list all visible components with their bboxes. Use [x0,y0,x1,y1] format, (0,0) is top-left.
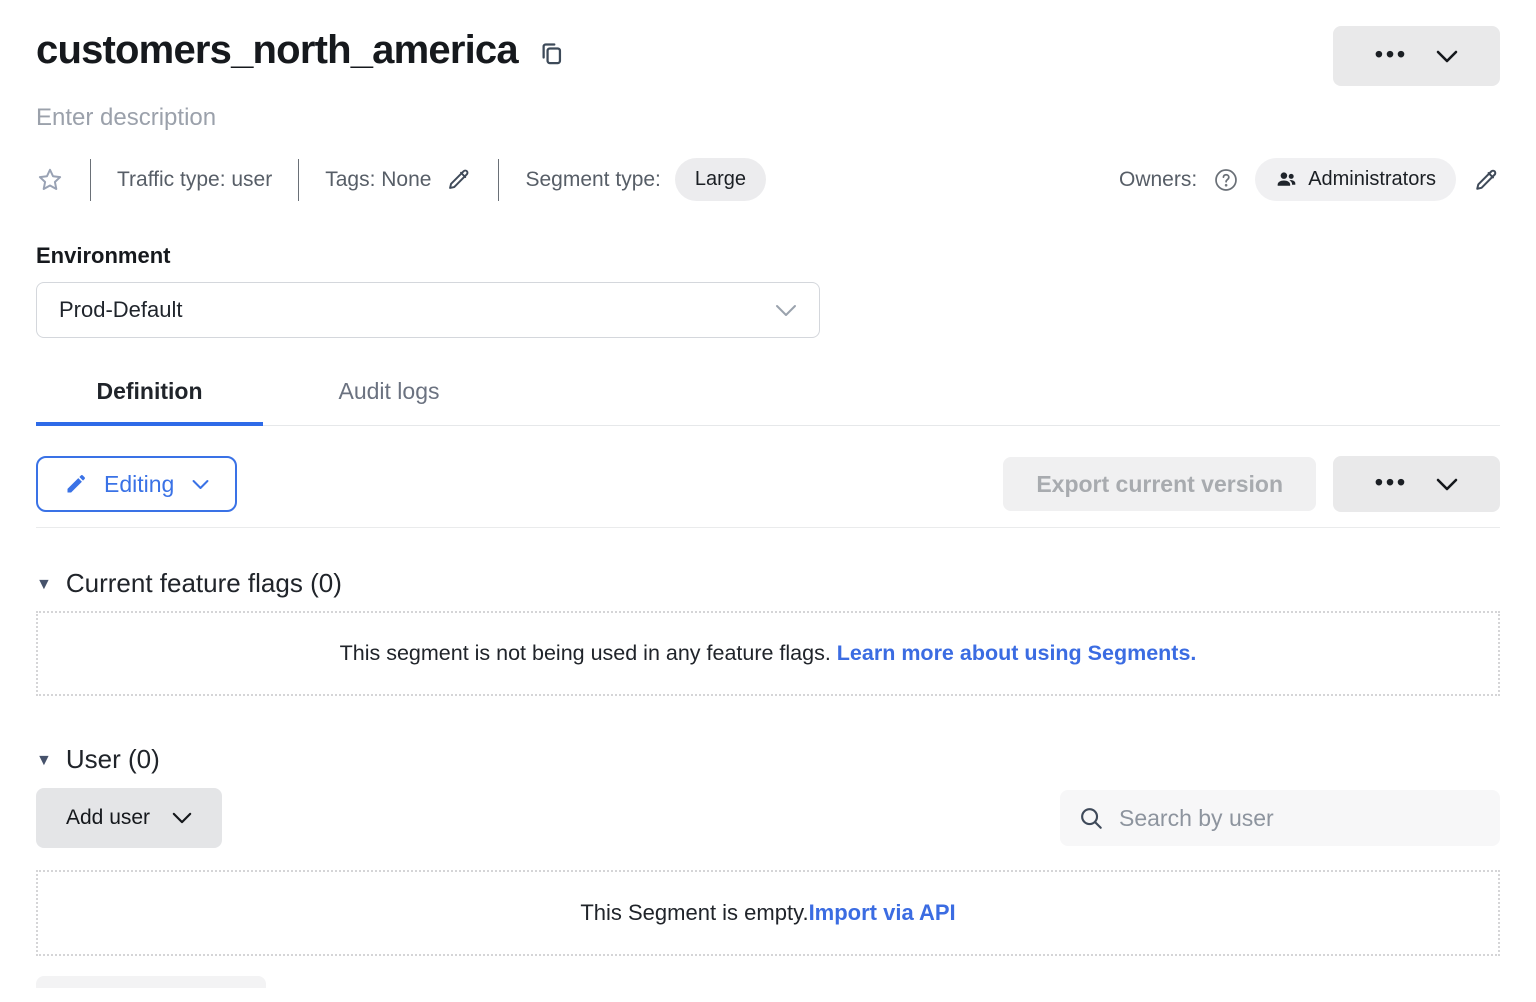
owners-badge: Administrators [1255,158,1456,201]
chevron-down-icon [1436,50,1458,63]
traffic-type: Traffic type: user [117,168,272,192]
segment-detail-page: customers_north_america ••• Enter descri… [0,0,1536,988]
tab-bar: Definition Audit logs [36,378,1500,426]
question-circle-icon [1213,167,1239,193]
chevron-down-icon [192,479,209,490]
owners-help-button[interactable] [1213,167,1239,193]
copy-icon [538,40,565,67]
add-user-button[interactable]: Add user [36,788,222,848]
editing-label: Editing [104,471,174,498]
definition-toolbar: Editing Export current version ••• [36,456,1500,512]
chevron-down-icon [172,812,192,824]
divider [498,159,499,201]
user-section-title: User (0) [66,744,160,775]
environment-label: Environment [36,243,1500,269]
feature-flags-section-title: Current feature flags (0) [66,568,342,599]
environment-select[interactable]: Prod-Default [36,282,820,338]
page-header: customers_north_america ••• [36,26,1500,86]
chevron-down-icon [1436,478,1458,491]
people-icon [1275,168,1298,191]
user-search-input[interactable] [1117,804,1482,833]
tab-audit-logs-label: Audit logs [338,378,439,404]
owners-label: Owners: [1119,168,1197,192]
user-section-heading: ▼ User (0) [36,744,1500,775]
tags-label: Tags: None [325,168,431,192]
search-icon [1078,805,1105,832]
divider [298,159,299,201]
chevron-down-icon [775,304,797,317]
tags: Tags: None [325,166,472,193]
meta-row: Traffic type: user Tags: None Segment ty… [36,158,1500,201]
learn-more-link[interactable]: Learn more about using Segments. [837,641,1197,665]
segment-type: Segment type: Large [525,158,766,201]
segment-type-label: Segment type: [525,168,660,192]
tab-definition-label: Definition [96,378,202,404]
pencil-icon [1472,166,1500,194]
editing-mode-button[interactable]: Editing [36,456,237,512]
segment-type-badge: Large [675,158,766,201]
feature-flags-empty-text: This segment is not being used in any fe… [340,641,837,665]
divider [90,159,91,201]
users-empty-state: This Segment is empty.Import via API [36,870,1500,956]
feature-flags-section-heading: ▼ Current feature flags (0) [36,568,1500,599]
users-empty-text: This Segment is empty. [580,900,808,925]
export-current-version-button[interactable]: Export current version [1003,457,1316,511]
description-placeholder[interactable]: Enter description [36,104,216,132]
toolbar-more-menu-button[interactable]: ••• [1333,456,1500,512]
ellipsis-icon: ••• [1375,43,1408,66]
edit-owners-button[interactable] [1472,166,1500,194]
pencil-filled-icon [64,472,88,496]
user-search-box [1060,790,1500,846]
environment-section: Environment Prod-Default [36,243,1500,338]
pencil-icon [445,166,472,193]
edit-tags-button[interactable] [445,166,472,193]
copy-name-button[interactable] [538,40,565,67]
user-controls-row: Add user [36,788,1500,848]
header-more-menu-button[interactable]: ••• [1333,26,1500,86]
star-icon [36,166,64,194]
owners-group: Owners: Administrators [1119,158,1500,201]
feature-flags-empty-state: This segment is not being used in any fe… [36,611,1500,696]
tab-audit-logs[interactable]: Audit logs [263,378,515,425]
collapse-caret-icon[interactable]: ▼ [36,752,52,770]
cutoff-element [36,976,266,988]
owners-value: Administrators [1308,168,1436,191]
tab-definition[interactable]: Definition [36,378,263,425]
environment-selected-value: Prod-Default [59,297,183,323]
ellipsis-icon: ••• [1375,471,1408,494]
add-user-label: Add user [66,806,150,830]
page-title: customers_north_america [36,26,518,74]
traffic-type-label: Traffic type: user [117,168,272,192]
import-via-api-link[interactable]: Import via API [809,900,956,925]
collapse-caret-icon[interactable]: ▼ [36,576,52,594]
favorite-star-button[interactable] [36,166,64,194]
divider [36,527,1500,528]
